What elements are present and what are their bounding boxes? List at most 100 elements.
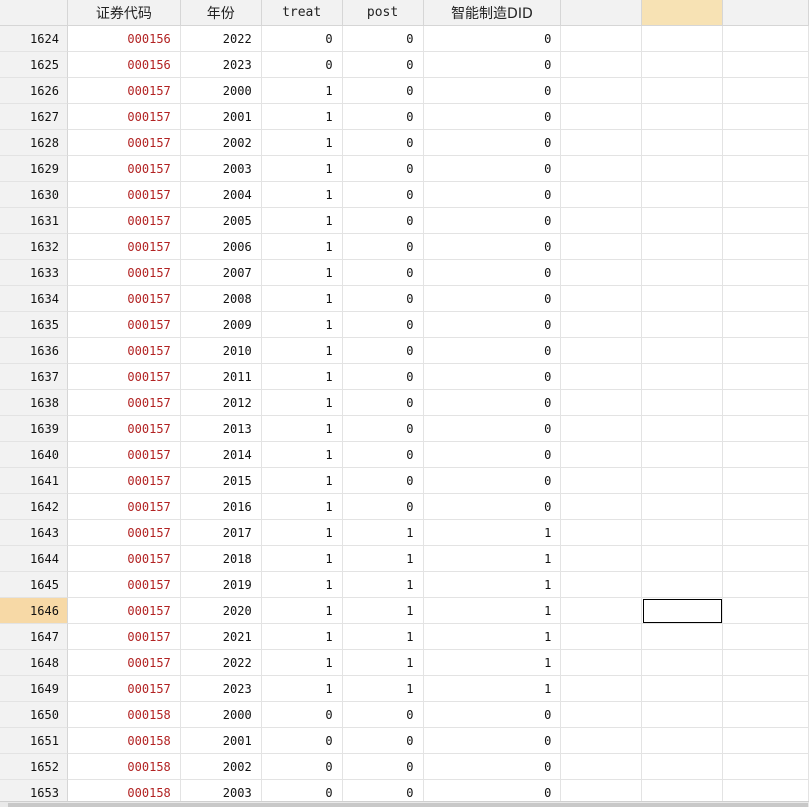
- cell-empty[interactable]: [642, 78, 724, 104]
- cell-empty[interactable]: [561, 234, 643, 260]
- cell-did[interactable]: 0: [423, 286, 562, 312]
- cell-empty[interactable]: [642, 364, 724, 390]
- cell-empty[interactable]: [642, 468, 724, 494]
- cell-treat[interactable]: 1: [261, 104, 343, 130]
- cell-empty[interactable]: [723, 312, 809, 338]
- header-year[interactable]: 年份: [180, 0, 262, 26]
- cell-post[interactable]: 1: [342, 598, 424, 624]
- cell-empty[interactable]: [561, 572, 643, 598]
- cell-empty[interactable]: [561, 52, 643, 78]
- cell-post[interactable]: 0: [342, 234, 424, 260]
- cell-did[interactable]: 0: [423, 494, 562, 520]
- cell-post[interactable]: 0: [342, 52, 424, 78]
- cell-empty[interactable]: [723, 286, 809, 312]
- cell-empty[interactable]: [642, 494, 724, 520]
- cell-post[interactable]: 0: [342, 442, 424, 468]
- cell-post[interactable]: 0: [342, 26, 424, 52]
- cell-empty[interactable]: [561, 650, 643, 676]
- cell-empty[interactable]: [642, 182, 724, 208]
- cell-empty[interactable]: [642, 234, 724, 260]
- cell-year[interactable]: 2017: [180, 520, 262, 546]
- cell-did[interactable]: 0: [423, 338, 562, 364]
- cell-stock-code[interactable]: 000157: [67, 130, 181, 156]
- cell-empty[interactable]: [723, 390, 809, 416]
- cell-did[interactable]: 0: [423, 390, 562, 416]
- cell-post[interactable]: 0: [342, 182, 424, 208]
- cell-empty[interactable]: [723, 260, 809, 286]
- cell-year[interactable]: 2009: [180, 312, 262, 338]
- cell-year[interactable]: 2010: [180, 338, 262, 364]
- cell-did[interactable]: 0: [423, 104, 562, 130]
- cell-post[interactable]: 0: [342, 390, 424, 416]
- cell-empty[interactable]: [723, 52, 809, 78]
- cell-did[interactable]: 0: [423, 130, 562, 156]
- cell-year[interactable]: 2003: [180, 156, 262, 182]
- cell-treat[interactable]: 1: [261, 442, 343, 468]
- cell-did[interactable]: 0: [423, 442, 562, 468]
- cell-empty[interactable]: [561, 312, 643, 338]
- cell-did[interactable]: 1: [423, 546, 562, 572]
- active-cell[interactable]: [642, 598, 724, 624]
- cell-stock-code[interactable]: 000157: [67, 624, 181, 650]
- cell-treat[interactable]: 1: [261, 286, 343, 312]
- cell-empty[interactable]: [642, 338, 724, 364]
- cell-empty[interactable]: [723, 442, 809, 468]
- cell-stock-code[interactable]: 000158: [67, 702, 181, 728]
- cell-empty[interactable]: [561, 546, 643, 572]
- cell-year[interactable]: 2022: [180, 650, 262, 676]
- cell-treat[interactable]: 1: [261, 364, 343, 390]
- cell-year[interactable]: 2002: [180, 130, 262, 156]
- cell-year[interactable]: 2014: [180, 442, 262, 468]
- cell-year[interactable]: 2007: [180, 260, 262, 286]
- row-number[interactable]: 1637: [0, 364, 68, 390]
- cell-treat[interactable]: 1: [261, 572, 343, 598]
- cell-did[interactable]: 0: [423, 728, 562, 754]
- cell-post[interactable]: 0: [342, 312, 424, 338]
- cell-treat[interactable]: 1: [261, 130, 343, 156]
- cell-empty[interactable]: [561, 728, 643, 754]
- cell-did[interactable]: 0: [423, 26, 562, 52]
- cell-empty[interactable]: [561, 416, 643, 442]
- cell-year[interactable]: 2021: [180, 624, 262, 650]
- cell-did[interactable]: 0: [423, 416, 562, 442]
- cell-did[interactable]: 0: [423, 468, 562, 494]
- cell-empty[interactable]: [642, 52, 724, 78]
- cell-empty[interactable]: [723, 494, 809, 520]
- row-number[interactable]: 1628: [0, 130, 68, 156]
- cell-empty[interactable]: [642, 260, 724, 286]
- cell-post[interactable]: 0: [342, 260, 424, 286]
- cell-empty[interactable]: [561, 468, 643, 494]
- cell-stock-code[interactable]: 000157: [67, 416, 181, 442]
- cell-year[interactable]: 2004: [180, 182, 262, 208]
- cell-post[interactable]: 0: [342, 104, 424, 130]
- cell-empty[interactable]: [642, 130, 724, 156]
- cell-did[interactable]: 1: [423, 676, 562, 702]
- cell-stock-code[interactable]: 000157: [67, 78, 181, 104]
- cell-did[interactable]: 1: [423, 572, 562, 598]
- cell-stock-code[interactable]: 000157: [67, 182, 181, 208]
- cell-year[interactable]: 2013: [180, 416, 262, 442]
- row-number[interactable]: 1648: [0, 650, 68, 676]
- cell-post[interactable]: 0: [342, 468, 424, 494]
- cell-empty[interactable]: [723, 78, 809, 104]
- cell-stock-code[interactable]: 000158: [67, 728, 181, 754]
- row-number[interactable]: 1627: [0, 104, 68, 130]
- cell-empty[interactable]: [723, 130, 809, 156]
- cell-treat[interactable]: 0: [261, 52, 343, 78]
- cell-empty[interactable]: [561, 598, 643, 624]
- cell-post[interactable]: 1: [342, 546, 424, 572]
- cell-empty[interactable]: [642, 286, 724, 312]
- cell-post[interactable]: 0: [342, 494, 424, 520]
- cell-post[interactable]: 0: [342, 728, 424, 754]
- cell-post[interactable]: 1: [342, 624, 424, 650]
- cell-empty[interactable]: [561, 754, 643, 780]
- cell-empty[interactable]: [642, 520, 724, 546]
- cell-did[interactable]: 0: [423, 52, 562, 78]
- row-number[interactable]: 1651: [0, 728, 68, 754]
- row-number[interactable]: 1635: [0, 312, 68, 338]
- cell-empty[interactable]: [642, 26, 724, 52]
- cell-empty[interactable]: [723, 572, 809, 598]
- cell-empty[interactable]: [561, 520, 643, 546]
- cell-empty[interactable]: [642, 390, 724, 416]
- cell-did[interactable]: 0: [423, 182, 562, 208]
